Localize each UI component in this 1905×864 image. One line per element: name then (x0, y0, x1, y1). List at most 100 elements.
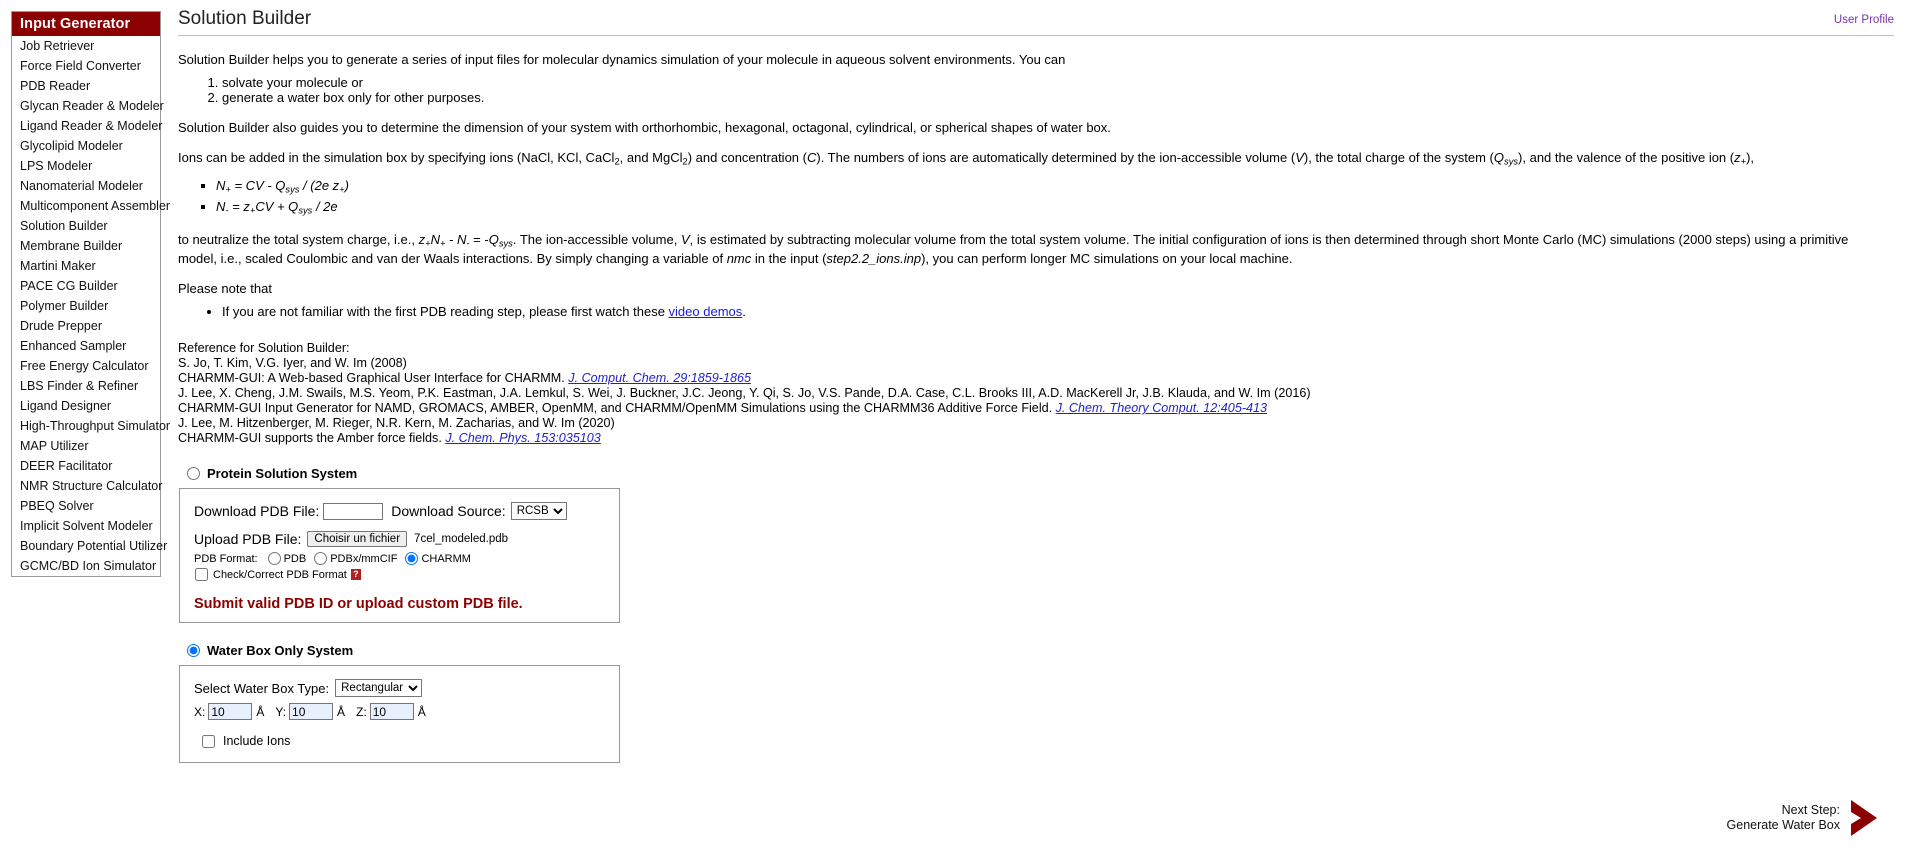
sidebar-item-implicit-solvent-modeler[interactable]: Implicit Solvent Modeler (12, 516, 160, 536)
ions-paragraph: Ions can be added in the simulation box … (178, 150, 1894, 170)
note-text-pre: If you are not familiar with the first P… (222, 304, 669, 320)
include-ions-label: Include Ions (223, 734, 291, 749)
next-step-line-2: Generate Water Box (1726, 818, 1840, 832)
user-profile-link[interactable]: User Profile (1834, 14, 1894, 26)
var-c: C (806, 150, 817, 165)
pdb-format-radio-pdb[interactable] (267, 552, 281, 566)
upload-pdb-row: Upload PDB File: Choisir un fichier 7cel… (194, 531, 619, 548)
doc-content: Solution Builder helps you to generate a… (178, 36, 1894, 764)
angstrom-unit-y: Å (337, 704, 346, 719)
reference-authors: S. Jo, T. Kim, V.G. Iyer, and W. Im (200… (178, 356, 407, 371)
neutralize-line-1: to neutralize the total system charge, i… (178, 231, 1849, 249)
waterbox-section: Water Box Only System Select Water Box T… (178, 643, 1894, 764)
intro-ordered-list: solvate your molecule or generate a wate… (178, 75, 1894, 105)
sidebar-item-polymer-builder[interactable]: Polymer Builder (12, 296, 160, 316)
help-icon[interactable]: ? (350, 569, 361, 581)
sidebar-item-list: Job Retriever Force Field Converter PDB Re… (12, 36, 170, 576)
waterbox-radio-row[interactable]: Water Box Only System (187, 643, 1894, 658)
next-step-line-1: Next Step: (1781, 803, 1840, 817)
protein-solution-section: Protein Solution System Download PDB Fil… (178, 466, 1894, 624)
pdb-format-row: PDB Format: PDB PDBx/mmCIF CHARMM (194, 552, 619, 566)
ions-tail-3: ), and the valence of the positive ion ( (1518, 150, 1735, 165)
download-pdb-input[interactable] (323, 502, 384, 520)
choose-file-button[interactable]: Choisir un fichier (307, 531, 408, 548)
ions-text-pre: Ions can be added in the simulation box … (178, 150, 615, 165)
include-ions-checkbox[interactable] (202, 734, 215, 748)
sidebar-item-boundary-potential-utilizer[interactable]: Boundary Potential Utilizer (12, 536, 167, 556)
x-input[interactable] (208, 703, 253, 721)
angstrom-unit-z: Å (417, 704, 426, 719)
check-correct-checkbox[interactable] (195, 568, 208, 582)
pdb-format-radio-mmcif[interactable] (314, 552, 328, 566)
sidebar-item-nanomaterial-modeler[interactable]: Nanomaterial Modeler (12, 176, 160, 196)
reference-citation: CHARMM-GUI supports the Amber force fiel… (178, 431, 1894, 446)
sidebar-item-pbeq-solver[interactable]: PBEQ Solver (12, 496, 160, 516)
reference-journal-link[interactable]: J. Chem. Theory Comput. 12:405-413 (1056, 401, 1267, 415)
pdb-format-radio-charmm[interactable] (405, 552, 419, 566)
sidebar-item-glycolipid-modeler[interactable]: Glycolipid Modeler (12, 136, 160, 156)
y-input[interactable] (289, 703, 334, 721)
sidebar-item-high-throughput-simulator[interactable]: High-Throughput Simulator (12, 416, 170, 436)
sidebar-item-deer-facilitator[interactable]: DEER Facilitator (12, 456, 160, 476)
reference-title: CHARMM-GUI supports the Amber force fiel… (178, 431, 442, 446)
references-block: Reference for Solution Builder: S. Jo, T… (178, 341, 1894, 446)
waterbox-type-select[interactable]: Rectangular (335, 679, 423, 698)
protein-solution-radio[interactable] (187, 467, 200, 481)
angstrom-unit-x: Å (256, 704, 265, 719)
download-source-select[interactable]: RCSB (510, 502, 567, 521)
waterbox-radio[interactable] (187, 644, 200, 658)
sidebar-item-job-retriever[interactable]: Job Retriever (12, 36, 160, 56)
equation-n-minus: N- = z+CV + Qsys / 2e (216, 198, 1894, 220)
protein-solution-radio-row[interactable]: Protein Solution System (187, 466, 1894, 481)
list-item: generate a water box only for other purp… (222, 90, 1894, 105)
z-input[interactable] (369, 703, 414, 721)
sidebar-header: Input Generator (12, 12, 160, 36)
sidebar-item-free-energy-calculator[interactable]: Free Energy Calculator (12, 356, 160, 376)
x-label: X: (194, 704, 206, 719)
sidebar-item-ligand-reader-modeler[interactable]: Ligand Reader & Modeler (12, 116, 162, 136)
protein-solution-box: Download PDB File: Download Source: RCSB… (179, 488, 620, 624)
reference-journal-link[interactable]: J. Comput. Chem. 29:1859-1865 (568, 371, 751, 385)
sidebar-item-lbs-finder-refiner[interactable]: LBS Finder & Refiner (12, 376, 160, 396)
z-label: Z: (356, 704, 367, 719)
ions-tail-1: ). The numbers of ions are automatically… (816, 150, 1296, 165)
sidebar-item-membrane-builder[interactable]: Membrane Builder (12, 236, 160, 256)
sidebar-item-pdb-reader[interactable]: PDB Reader (12, 76, 160, 96)
next-step-button[interactable]: Next Step: Generate Water Box (1727, 796, 1891, 840)
sidebar-item-solution-builder[interactable]: Solution Builder (12, 216, 160, 236)
video-demos-link[interactable]: video demos (669, 304, 743, 319)
sidebar-item-map-utilizer[interactable]: MAP Utilizer (12, 436, 160, 456)
sidebar-item-force-field-converter[interactable]: Force Field Converter (12, 56, 160, 76)
sidebar-item-gcmc-bd-ion-simulator[interactable]: GCMC/BD Ion Simulator (12, 556, 160, 576)
y-label: Y: (275, 704, 287, 719)
var-v: V (1295, 150, 1304, 165)
var-q: Q (1493, 150, 1505, 165)
sidebar-item-pace-cg-builder[interactable]: PACE CG Builder (12, 276, 160, 296)
references-heading: Reference for Solution Builder: (178, 341, 350, 356)
ions-tail-2: ), the total charge of the system ( (1303, 150, 1494, 165)
note-text-post: . (742, 304, 746, 320)
sidebar-item-enhanced-sampler[interactable]: Enhanced Sampler (12, 336, 160, 356)
sidebar-item-ligand-designer[interactable]: Ligand Designer (12, 396, 160, 416)
protein-solution-label: Protein Solution System (207, 466, 358, 482)
uploaded-file-name: 7cel_modeled.pdb (414, 533, 509, 546)
sidebar-item-martini-maker[interactable]: Martini Maker (12, 256, 160, 276)
top-bar: Solution Builder User Profile (178, 8, 1894, 34)
pdb-format-label: PDB Format: (194, 552, 258, 565)
note-heading: Please note that (178, 281, 272, 297)
intro-paragraph-1: Solution Builder helps you to generate a… (178, 52, 1066, 67)
var-q-subscript: sys (1504, 156, 1519, 167)
download-pdb-row: Download PDB File: Download Source: RCSB (194, 502, 619, 521)
sidebar-item-lps-modeler[interactable]: LPS Modeler (12, 156, 160, 176)
main-content: Solution Builder User Profile Solution B… (178, 8, 1894, 764)
reference-journal-link[interactable]: J. Chem. Phys. 153:035103 (445, 431, 600, 445)
sidebar-item-glycan-reader-modeler[interactable]: Glycan Reader & Modeler (12, 96, 164, 116)
sidebar-item-nmr-structure-calculator[interactable]: NMR Structure Calculator (12, 476, 162, 496)
download-source-label: Download Source: (391, 503, 506, 520)
sidebar: Input Generator Job Retriever Force Field… (11, 11, 170, 577)
sidebar-item-drude-prepper[interactable]: Drude Prepper (12, 316, 160, 336)
sidebar-item-multicomponent-assembler[interactable]: Multicomponent Assembler (12, 196, 170, 216)
